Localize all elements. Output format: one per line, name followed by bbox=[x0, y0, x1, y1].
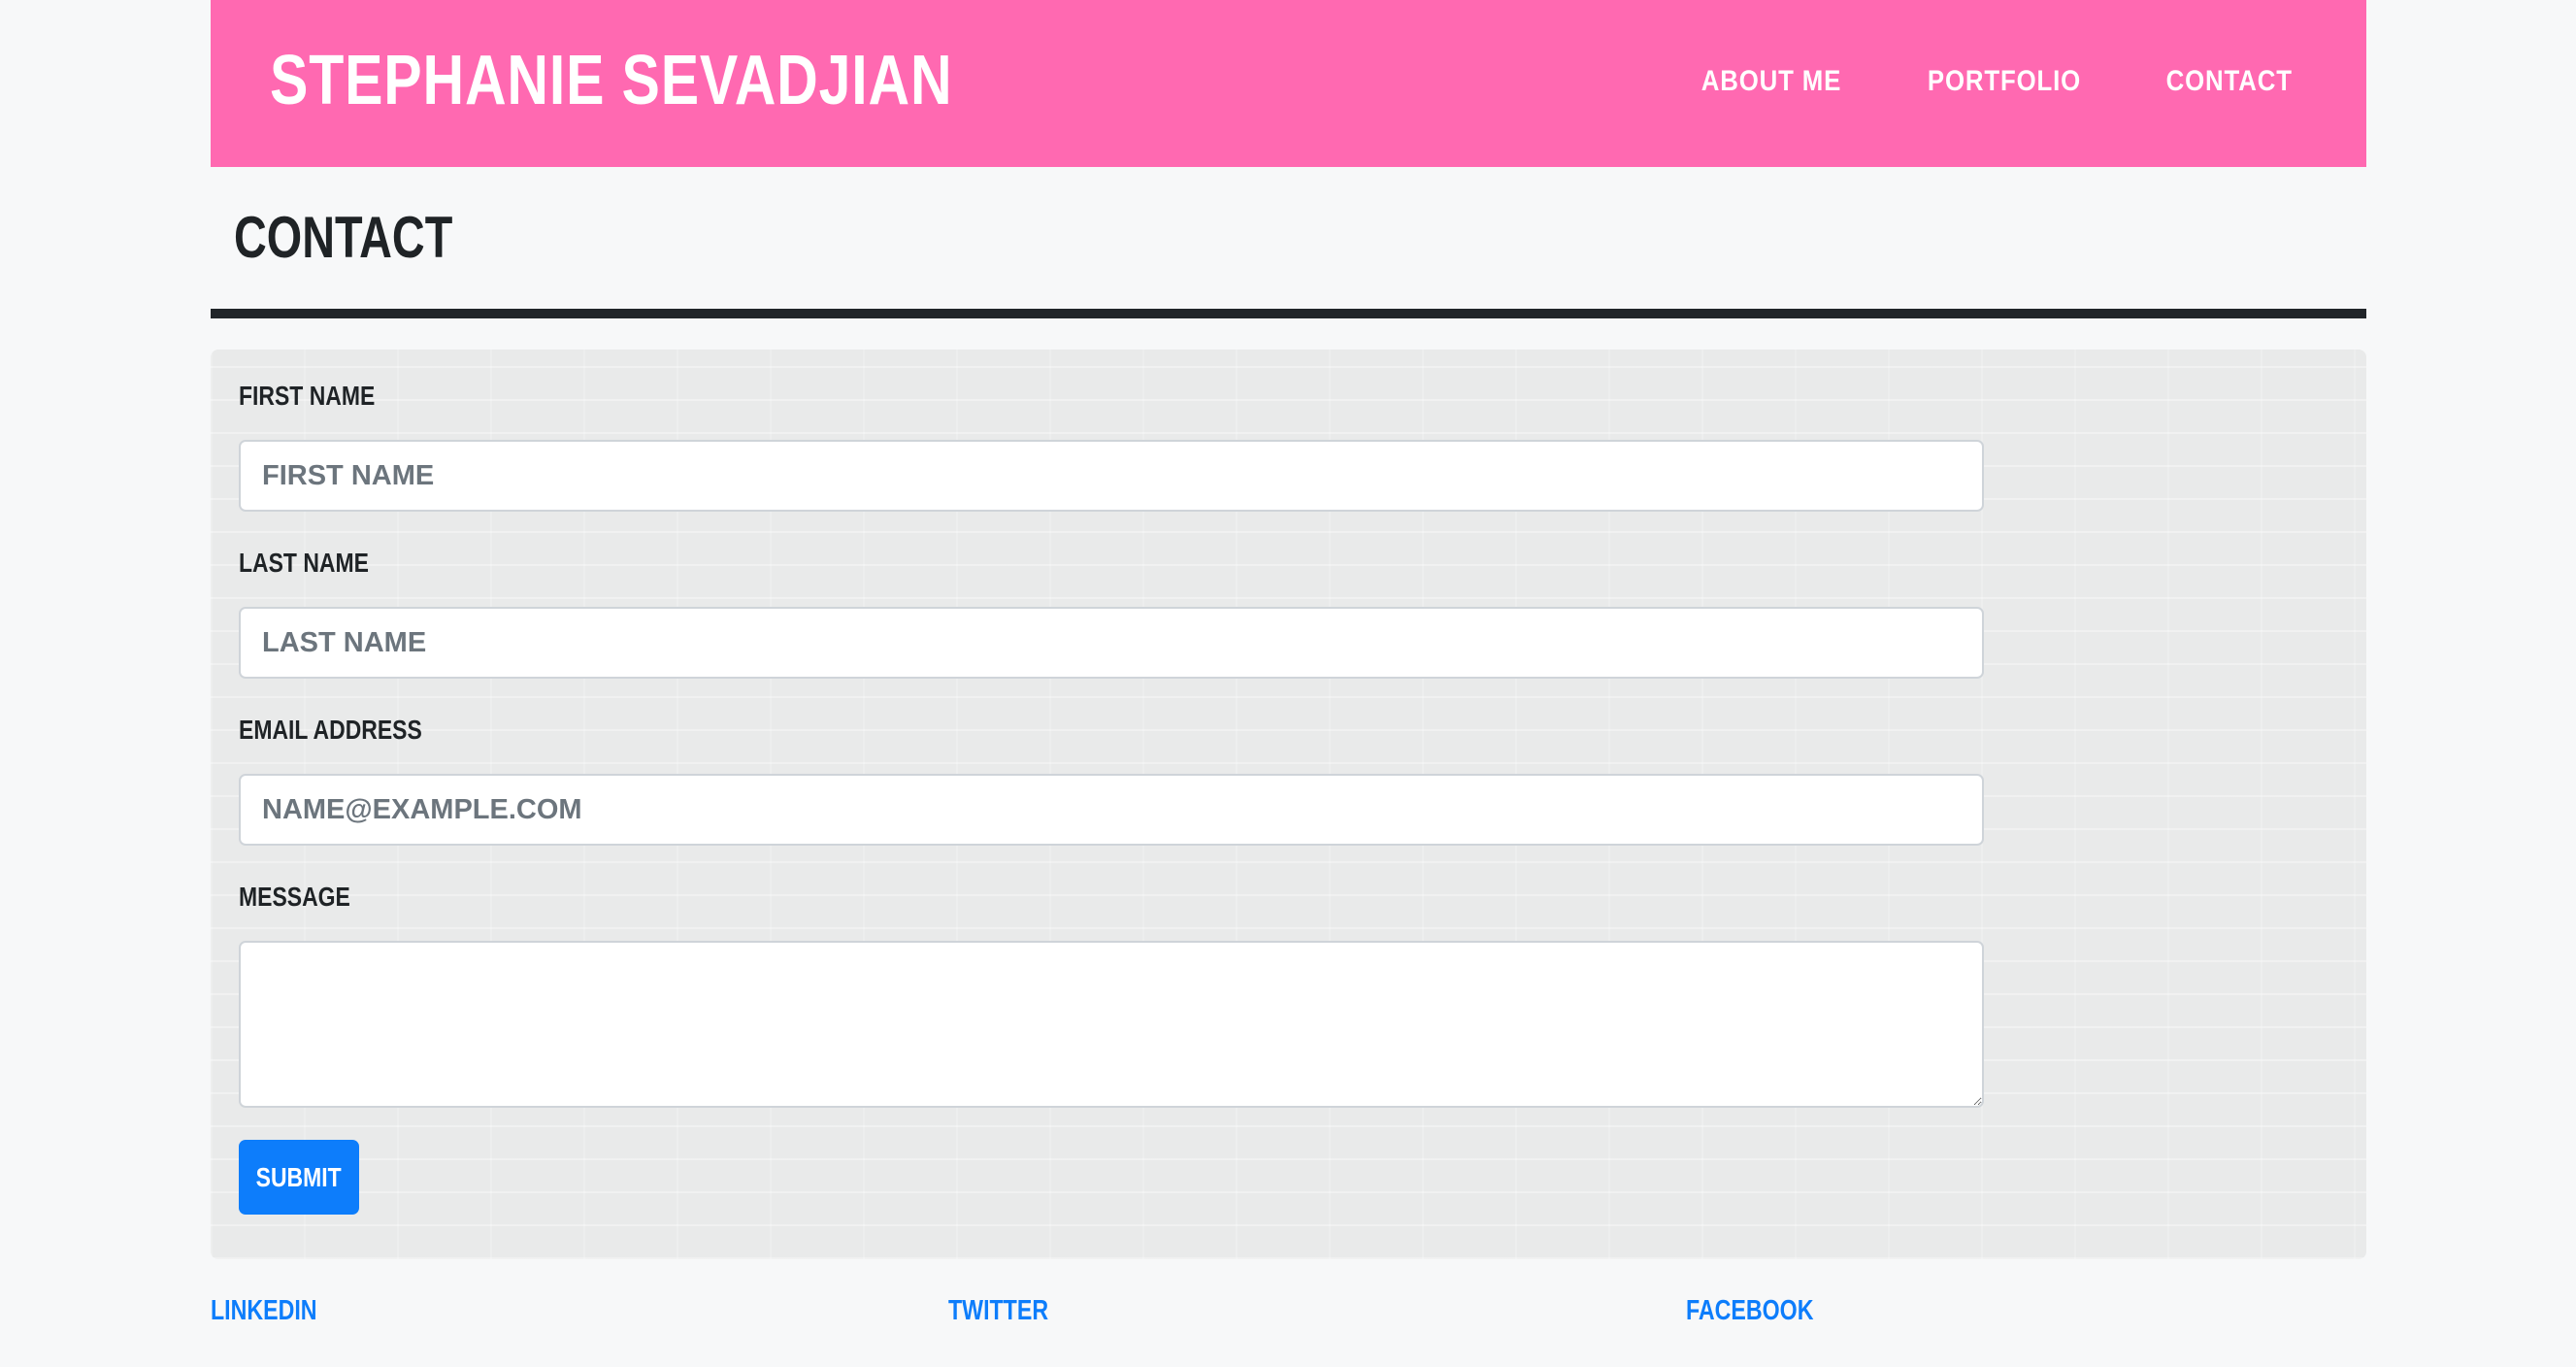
email-label: EMAIL ADDRESS bbox=[239, 715, 422, 745]
first-name-label: FIRST NAME bbox=[239, 381, 376, 411]
submit-button[interactable]: SUBMIT bbox=[239, 1140, 359, 1215]
footer-link-facebook[interactable]: FACEBOOK bbox=[1686, 1293, 1813, 1328]
nav-contact[interactable]: CONTACT bbox=[2165, 62, 2292, 101]
site-brand[interactable]: STEPHANIE SEVADJIAN bbox=[270, 37, 952, 124]
footer-link-twitter[interactable]: TWITTER bbox=[948, 1293, 1048, 1328]
page-container: STEPHANIE SEVADJIAN ABOUT ME PORTFOLIO C… bbox=[211, 0, 2366, 1326]
nav-portfolio[interactable]: PORTFOLIO bbox=[1927, 62, 2080, 101]
message-textarea[interactable] bbox=[239, 941, 1984, 1108]
message-label: MESSAGE bbox=[239, 882, 350, 912]
contact-form: FIRST NAME LAST NAME EMAIL ADDRESS MESSA… bbox=[211, 350, 2366, 1259]
submit-button-label: SUBMIT bbox=[255, 1161, 342, 1192]
last-name-input[interactable] bbox=[239, 607, 1984, 679]
nav-about-me[interactable]: ABOUT ME bbox=[1701, 62, 1840, 101]
email-input[interactable] bbox=[239, 774, 1984, 846]
site-header: STEPHANIE SEVADJIAN ABOUT ME PORTFOLIO C… bbox=[211, 0, 2366, 167]
main-nav: ABOUT ME PORTFOLIO CONTACT bbox=[1690, 62, 2302, 101]
title-divider bbox=[211, 309, 2366, 318]
first-name-input[interactable] bbox=[239, 440, 1984, 512]
page-title: CONTACT bbox=[234, 205, 453, 270]
footer-link-linkedin[interactable]: LINKEDIN bbox=[211, 1293, 317, 1328]
last-name-label: LAST NAME bbox=[239, 548, 369, 578]
